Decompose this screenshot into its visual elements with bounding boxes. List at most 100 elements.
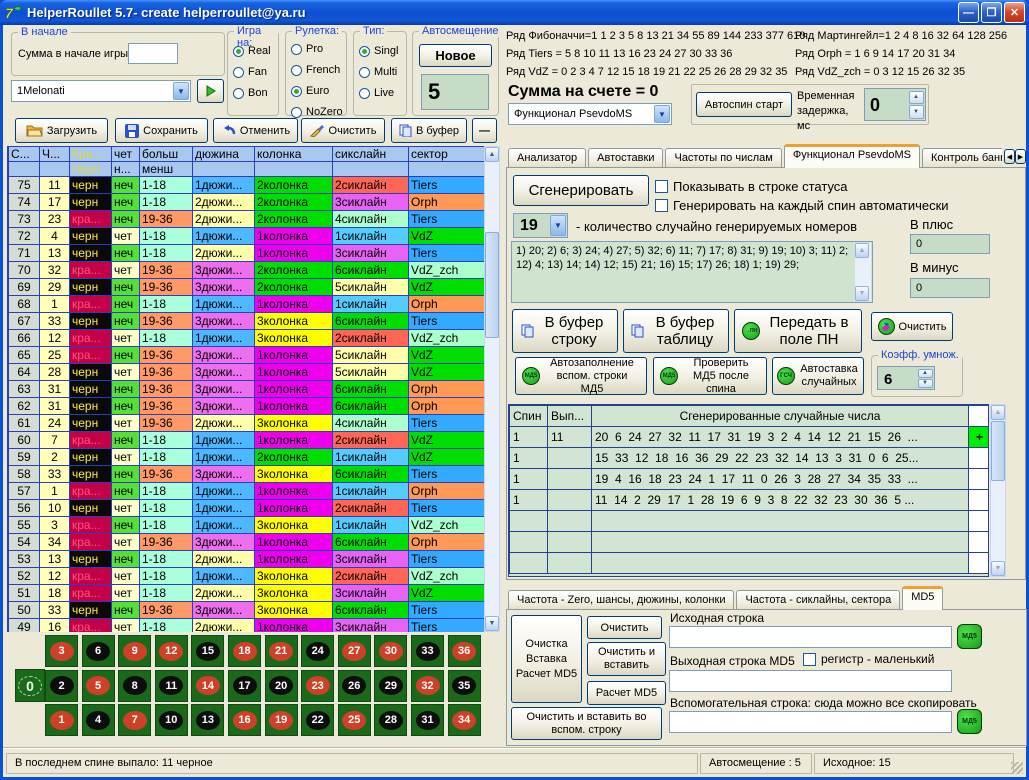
history-cell[interactable]: 3колонка <box>255 585 333 602</box>
radio-icon[interactable] <box>291 44 302 55</box>
history-cell[interactable]: неч <box>112 313 140 330</box>
history-cell[interactable]: VdZ <box>409 585 485 602</box>
history-cell[interactable]: 3колонка <box>255 313 333 330</box>
board-number-0[interactable]: 0 <box>15 669 45 702</box>
history-header-cell[interactable] <box>9 162 40 177</box>
history-cell[interactable]: 1колонка <box>255 619 333 633</box>
history-cell[interactable]: неч <box>112 381 140 398</box>
history-cell[interactable]: 1-18 <box>140 245 193 262</box>
history-cell[interactable]: кра... <box>70 330 112 347</box>
count-combo[interactable]: 19 ▼ <box>513 213 568 238</box>
history-cell[interactable]: 2сиклайн <box>333 568 409 585</box>
board-number-23[interactable]: 23 <box>301 670 334 702</box>
spin-cell[interactable] <box>548 511 592 532</box>
generated-numbers-textarea[interactable]: 1) 20; 2) 6; 3) 24; 4) 27; 5) 32; 6) 11;… <box>511 241 873 303</box>
history-cell[interactable]: 1дюжи... <box>193 483 255 500</box>
history-cell[interactable]: 55 <box>9 517 40 534</box>
history-cell[interactable]: неч <box>112 245 140 262</box>
history-cell[interactable]: чет <box>112 585 140 602</box>
board-number-21[interactable]: 21 <box>265 635 298 667</box>
history-cell[interactable]: 13 <box>40 245 70 262</box>
spin-cell[interactable] <box>969 490 990 511</box>
history-cell[interactable]: 2дюжи... <box>193 245 255 262</box>
history-cell[interactable]: 28 <box>40 364 70 381</box>
history-cell[interactable]: 3сиклайн <box>333 245 409 262</box>
history-cell[interactable]: 72 <box>9 228 40 245</box>
history-header-cell[interactable]: С... <box>9 147 40 162</box>
history-cell[interactable]: 52 <box>9 568 40 585</box>
board-number-31[interactable]: 31 <box>411 704 444 736</box>
history-cell[interactable]: черн <box>70 177 112 194</box>
history-cell[interactable]: чет <box>112 568 140 585</box>
history-cell[interactable]: 1дюжи... <box>193 568 255 585</box>
history-cell[interactable]: черн <box>70 381 112 398</box>
spin-cell[interactable] <box>592 511 969 532</box>
spin-scroll-thumb[interactable] <box>991 421 1005 481</box>
history-cell[interactable]: VdZ <box>409 364 485 381</box>
history-cell[interactable]: 1-18 <box>140 330 193 347</box>
undo-button[interactable]: Отменить <box>213 118 298 143</box>
history-cell[interactable]: неч <box>112 347 140 364</box>
history-cell[interactable]: 67 <box>9 313 40 330</box>
history-cell[interactable]: 68 <box>9 296 40 313</box>
close-button[interactable]: ✕ <box>1004 2 1025 23</box>
history-cell[interactable]: Orph <box>409 398 485 415</box>
history-cell[interactable]: 5сиклайн <box>333 279 409 296</box>
history-cell[interactable]: Tiers <box>409 500 485 517</box>
history-cell[interactable]: 32 <box>40 262 70 279</box>
board-number-19[interactable]: 19 <box>265 704 298 736</box>
history-cell[interactable]: чет <box>112 534 140 551</box>
board-number-30[interactable]: 30 <box>374 635 407 667</box>
history-cell[interactable]: 3 <box>40 517 70 534</box>
history-cell[interactable]: Tiers <box>409 415 485 432</box>
history-cell[interactable]: 6сиклайн <box>333 466 409 483</box>
history-header-cell[interactable] <box>255 162 333 177</box>
history-cell[interactable]: 3колонка <box>255 517 333 534</box>
history-cell[interactable]: 73 <box>9 211 40 228</box>
history-row[interactable]: 6231черннеч19-363дюжи...1колонка6сиклайн… <box>9 398 485 415</box>
tab-частоты-по-числам[interactable]: Частоты по числам <box>665 148 781 168</box>
radio-icon[interactable] <box>291 65 302 76</box>
history-cell[interactable]: 1сиклайн <box>333 228 409 245</box>
board-number-1[interactable]: 1 <box>45 704 78 736</box>
history-header-cell[interactable]: чет <box>112 147 140 162</box>
spin-cell[interactable] <box>969 553 990 574</box>
history-cell[interactable]: черн <box>70 500 112 517</box>
chevron-down-icon[interactable]: ▼ <box>173 82 189 100</box>
history-cell[interactable]: неч <box>112 296 140 313</box>
history-cell[interactable]: кра... <box>70 483 112 500</box>
history-cell[interactable]: 4сиклайн <box>333 211 409 228</box>
history-cell[interactable]: 18 <box>40 585 70 602</box>
history-cell[interactable]: 2дюжи... <box>193 194 255 211</box>
history-header-cell[interactable]: менш <box>140 162 193 177</box>
spin-row[interactable]: 111 14 2 29 17 1 28 19 6 9 3 8 22 32 23 … <box>510 490 990 511</box>
spin-up-icon[interactable]: ▲ <box>918 369 933 378</box>
history-cell[interactable]: чет <box>112 449 140 466</box>
radio-icon[interactable] <box>359 46 370 57</box>
load-button[interactable]: Загрузить <box>15 118 108 143</box>
radio-french[interactable]: French <box>291 64 343 76</box>
spin-down-icon[interactable]: ▼ <box>918 379 933 388</box>
history-header-cell[interactable] <box>40 162 70 177</box>
history-cell[interactable]: 2дюжи... <box>193 415 255 432</box>
scroll-down-icon[interactable]: ▼ <box>991 561 1005 576</box>
buffer-row-button[interactable]: В буфер строку <box>512 309 618 353</box>
history-header-cell[interactable]: Кра... <box>70 147 112 162</box>
preset-combo[interactable]: 1Melonati ▼ <box>11 80 191 102</box>
spin-up-icon[interactable]: ▲ <box>909 91 924 105</box>
history-cell[interactable]: 74 <box>9 194 40 211</box>
radio-multi[interactable]: Multi <box>359 66 398 78</box>
history-cell[interactable]: черн <box>70 415 112 432</box>
history-cell[interactable]: 2колонка <box>255 177 333 194</box>
history-cell[interactable]: кра... <box>70 517 112 534</box>
scroll-up-icon[interactable]: ▲ <box>991 405 1005 420</box>
history-header-cell[interactable]: н... <box>112 162 140 177</box>
history-cell[interactable]: 1дюжи... <box>193 330 255 347</box>
history-cell[interactable]: 19-36 <box>140 347 193 364</box>
history-cell[interactable]: 1-18 <box>140 483 193 500</box>
history-cell[interactable]: 3сиклайн <box>333 551 409 568</box>
scroll-up-icon[interactable]: ▲ <box>855 243 869 258</box>
history-cell[interactable]: 6сиклайн <box>333 602 409 619</box>
history-cell[interactable]: 3колонка <box>255 466 333 483</box>
history-row[interactable]: 5212кра...чет1-181дюжи...3колонка2сиклай… <box>9 568 485 585</box>
